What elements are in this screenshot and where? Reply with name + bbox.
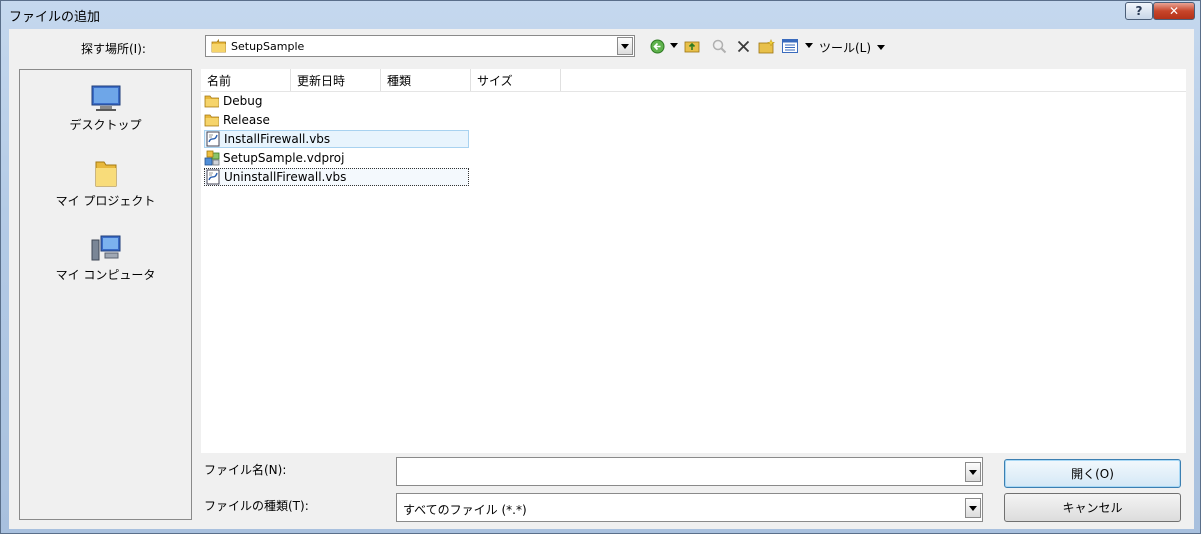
file-name: InstallFirewall.vbs: [224, 132, 331, 146]
add-file-dialog: ファイルの追加 ? ✕ 探す場所(I): SetupSample ツール(L) …: [0, 0, 1201, 534]
file-row-installfirewall[interactable]: InstallFirewall.vbs: [204, 130, 469, 148]
search-icon: [712, 39, 726, 53]
file-name: SetupSample.vdproj: [223, 151, 345, 165]
setup-project-icon: [204, 150, 220, 166]
column-type[interactable]: 種類: [381, 69, 471, 91]
back-button[interactable]: [649, 38, 665, 54]
file-name-input[interactable]: [396, 457, 983, 486]
file-list[interactable]: 名前 更新日時 種類 サイズ Debug Release InstallFire…: [201, 69, 1186, 453]
file-row-setupsample[interactable]: SetupSample.vdproj: [204, 149, 469, 167]
file-row-uninstallfirewall[interactable]: UninstallFirewall.vbs: [204, 168, 469, 186]
views-button[interactable]: [781, 38, 799, 54]
open-button[interactable]: 開く(O): [1004, 459, 1181, 488]
tools-menu-label: ツール(L): [819, 41, 872, 55]
column-size[interactable]: サイズ: [471, 69, 561, 91]
chevron-down-icon: [670, 43, 678, 48]
file-type-dropdown-arrow[interactable]: [965, 498, 981, 518]
new-folder-icon: [758, 38, 775, 53]
views-icon: [782, 39, 798, 53]
chevron-down-icon: [805, 43, 813, 48]
window-title: ファイルの追加: [9, 10, 101, 25]
script-icon: [206, 131, 220, 147]
title-bar[interactable]: ファイルの追加 ? ✕: [1, 1, 1200, 27]
folder-icon: [204, 114, 219, 127]
look-in-value: SetupSample: [231, 40, 305, 53]
file-name-label: ファイル名(N):: [204, 463, 287, 477]
column-date-modified[interactable]: 更新日時: [291, 69, 381, 91]
folder-icon: [204, 95, 219, 108]
file-type-label: ファイルの種類(T):: [204, 499, 309, 513]
back-history-dropdown[interactable]: [669, 38, 679, 54]
look-in-dropdown[interactable]: SetupSample: [205, 35, 635, 57]
folder-icon: [95, 161, 116, 187]
script-icon: [206, 169, 220, 185]
tools-menu[interactable]: ツール(L): [819, 39, 885, 56]
look-in-dropdown-arrow[interactable]: [617, 37, 633, 55]
place-label: デスクトップ: [69, 118, 142, 132]
place-desktop[interactable]: デスクトップ: [20, 84, 191, 133]
new-folder-button[interactable]: [757, 38, 775, 54]
dialog-body: 探す場所(I): SetupSample ツール(L) デスクトップ マイ プロ…: [9, 29, 1194, 529]
place-my-computer[interactable]: マイ コンピュータ: [20, 234, 191, 283]
place-my-project[interactable]: マイ プロジェクト: [20, 158, 191, 209]
place-label: マイ コンピュータ: [55, 268, 156, 282]
chevron-down-icon: [876, 45, 885, 50]
file-type-value: すべてのファイル (*.*): [403, 503, 527, 517]
close-button[interactable]: ✕: [1153, 2, 1195, 20]
back-arrow-icon: [650, 39, 664, 53]
delete-x-icon: [737, 40, 749, 52]
computer-icon: [91, 235, 120, 261]
help-button[interactable]: ?: [1125, 2, 1153, 20]
places-bar: デスクトップ マイ プロジェクト マイ コンピュータ: [19, 69, 192, 520]
search-web-button[interactable]: [711, 38, 727, 54]
folder-icon: [211, 39, 226, 53]
file-name: UninstallFirewall.vbs: [224, 170, 347, 184]
cancel-button[interactable]: キャンセル: [1004, 493, 1181, 522]
up-folder-button[interactable]: [683, 38, 701, 54]
up-folder-icon: [684, 41, 700, 53]
delete-button[interactable]: [735, 38, 751, 54]
column-name[interactable]: 名前: [201, 69, 291, 91]
file-name: Release: [223, 113, 270, 127]
file-row-release[interactable]: Release: [204, 111, 469, 129]
desktop-icon: [91, 85, 120, 111]
place-label: マイ プロジェクト: [55, 194, 156, 208]
look-in-label: 探す場所(I):: [81, 42, 146, 56]
file-type-dropdown[interactable]: すべてのファイル (*.*): [396, 493, 983, 522]
file-name-dropdown-arrow[interactable]: [965, 462, 981, 482]
views-dropdown[interactable]: [804, 38, 814, 54]
file-row-debug[interactable]: Debug: [204, 92, 469, 110]
file-name: Debug: [223, 94, 263, 108]
